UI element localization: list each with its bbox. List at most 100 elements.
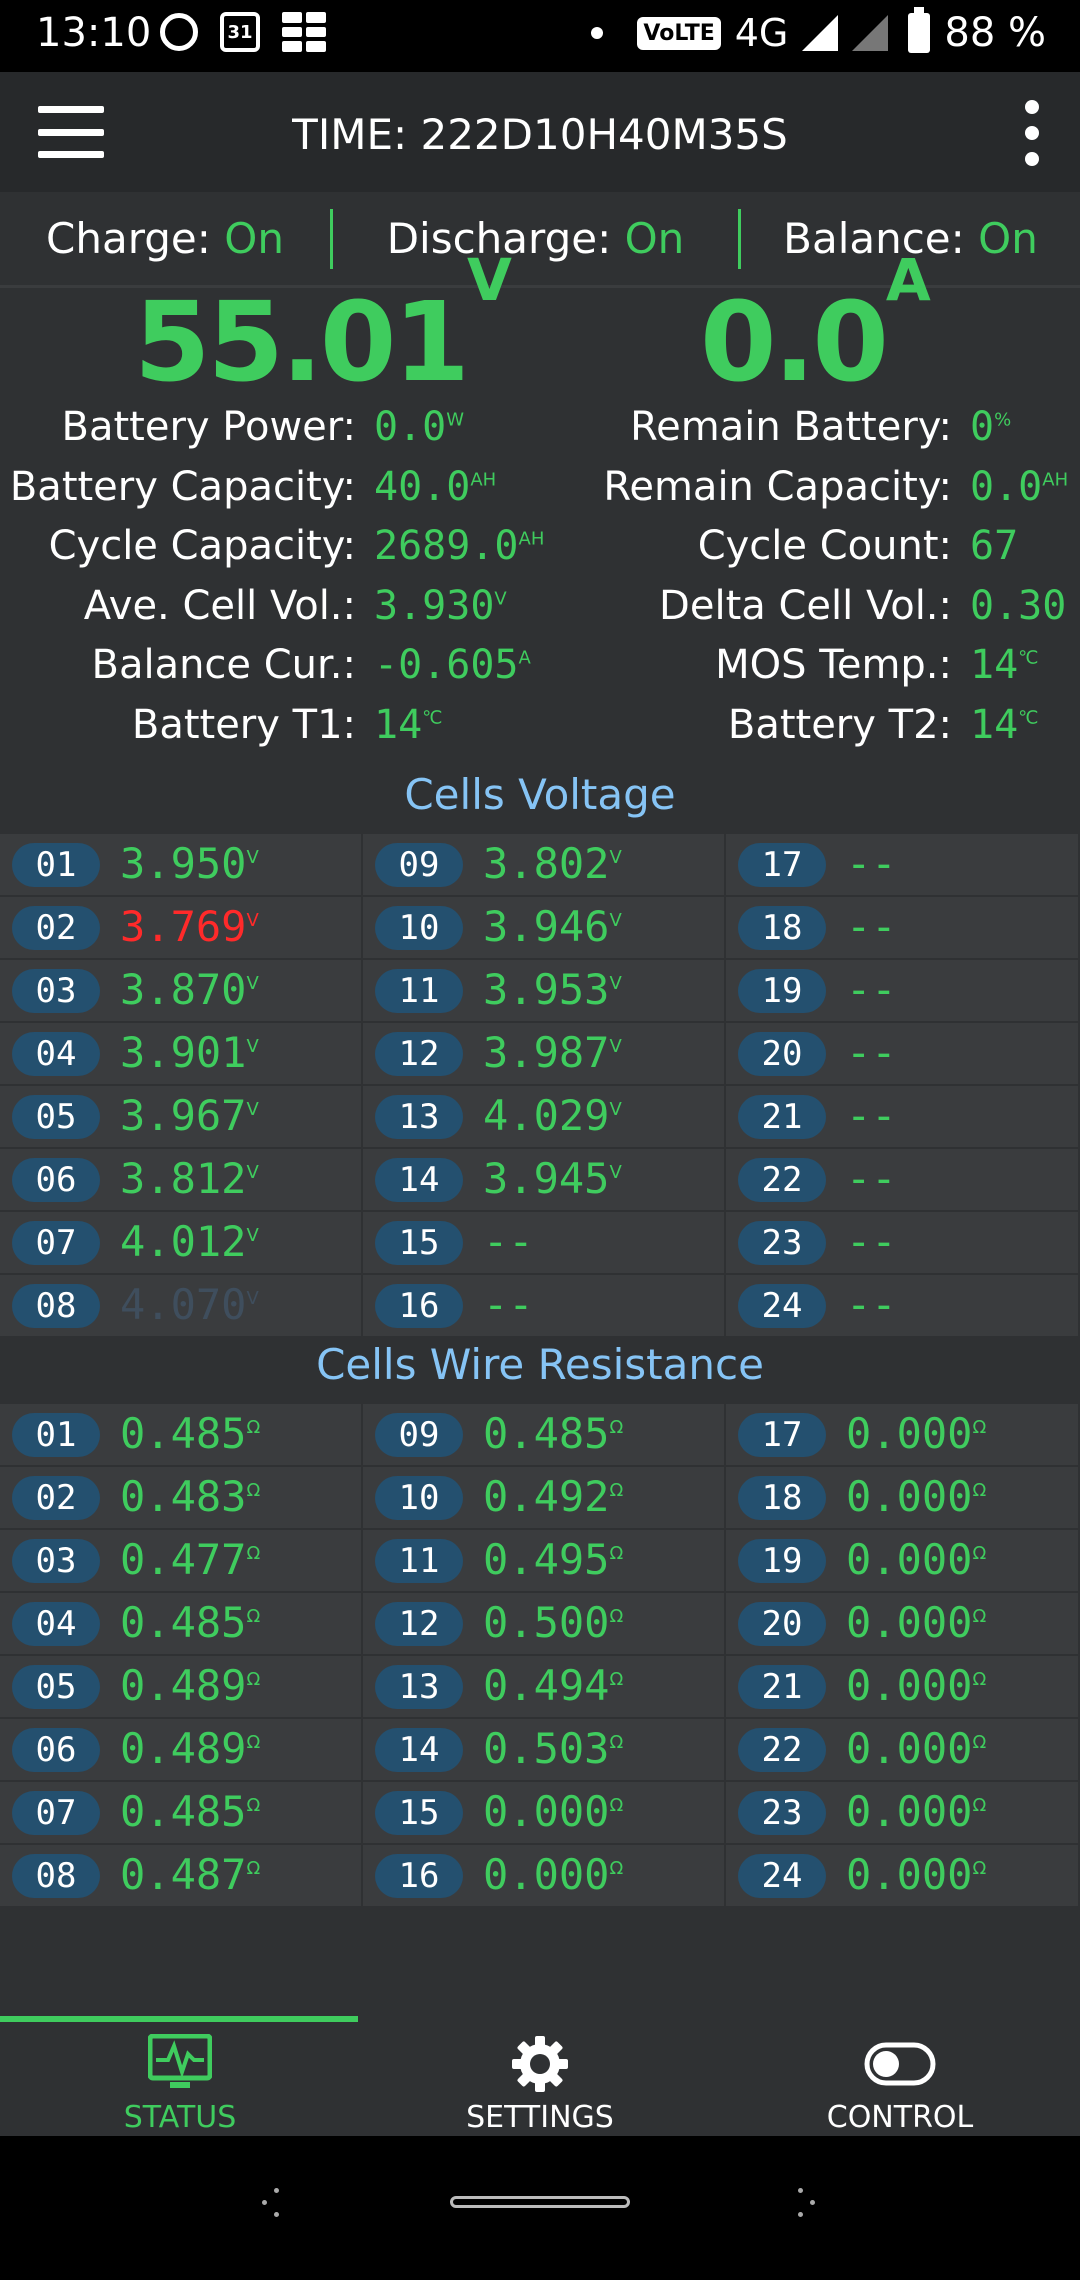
tab-settings[interactable]: SETTINGS [360, 2026, 720, 2136]
cell-number-badge: 01 [12, 1413, 100, 1457]
cell-value: 0.000Ω [846, 1661, 987, 1710]
cell-value: -- [846, 965, 897, 1014]
info-value: 2689.0AH [374, 523, 545, 569]
cell-number-badge: 08 [12, 1854, 100, 1898]
cell-value: 3.967V [120, 1091, 259, 1140]
cell-item: 05 3.967V [0, 1086, 363, 1149]
more-options-icon[interactable] [1022, 100, 1042, 166]
cell-number-badge: 19 [738, 969, 826, 1013]
cell-item: 05 0.489Ω [0, 1656, 363, 1719]
cell-item: 24 -- [726, 1275, 1080, 1338]
total-current: 0.0A [700, 246, 931, 406]
cell-item: 13 4.029V [363, 1086, 726, 1149]
cell-value: 3.769V [120, 902, 259, 951]
cell-item: 08 0.487Ω [0, 1845, 363, 1908]
message-notification-icon [160, 13, 198, 51]
recents-gesture-icon[interactable] [786, 2188, 816, 2218]
cell-number-badge: 23 [738, 1791, 826, 1835]
info-value: 14℃ [970, 702, 1039, 748]
cell-value: 3.901V [120, 1028, 259, 1077]
cell-number-badge: 14 [375, 1728, 463, 1772]
cell-number-badge: 12 [375, 1032, 463, 1076]
signal-empty-icon [852, 15, 889, 51]
cell-value: 0.483Ω [120, 1472, 261, 1521]
cell-value: 0.485Ω [120, 1598, 261, 1647]
home-pill[interactable] [450, 2196, 630, 2208]
signal-icon [802, 15, 839, 51]
info-value: 14℃ [374, 702, 443, 748]
gear-icon [512, 2036, 568, 2092]
discharge-status: Discharge: On [386, 214, 685, 263]
cell-value: 0.000Ω [846, 1724, 987, 1773]
cell-item: 12 0.500Ω [363, 1593, 726, 1656]
cell-number-badge: 22 [738, 1728, 826, 1772]
cell-number-badge: 14 [375, 1158, 463, 1202]
wire-resistance-title: Cells Wire Resistance [316, 1340, 764, 1389]
cell-number-badge: 20 [738, 1032, 826, 1076]
battery-icon [908, 7, 931, 53]
cell-item: 21 -- [726, 1086, 1080, 1149]
cell-value: 0.492Ω [483, 1472, 624, 1521]
cell-value: -- [846, 839, 897, 888]
cell-value: 0.000Ω [846, 1787, 987, 1836]
cell-value: -- [846, 1280, 897, 1329]
cell-number-badge: 18 [738, 906, 826, 950]
tab-control[interactable]: CONTROL [720, 2026, 1080, 2136]
cell-item: 01 3.950V [0, 834, 363, 897]
back-gesture-icon[interactable] [262, 2188, 292, 2218]
system-status-bar: 13:10 31 VoLTE 4G 88 % [0, 0, 1080, 72]
cell-value: 0.000Ω [846, 1409, 987, 1458]
cell-value: 0.000Ω [846, 1535, 987, 1584]
info-label: Battery Power: [61, 404, 356, 450]
network-type: 4G [734, 11, 789, 55]
cell-item: 11 3.953V [363, 960, 726, 1023]
monitor-pulse-icon [148, 2034, 212, 2088]
active-tab-indicator [0, 2016, 358, 2022]
cell-item: 03 3.870V [0, 960, 363, 1023]
cell-item: 07 4.012V [0, 1212, 363, 1275]
cell-value: 3.812V [120, 1154, 259, 1203]
cell-value: 4.070V [120, 1280, 259, 1329]
notification-dot-icon [591, 27, 604, 39]
cell-item: 02 3.769V [0, 897, 363, 960]
bottom-navigation: STATUS SETTINGS CONTROL [0, 2016, 1080, 2136]
cell-item: 15 -- [363, 1212, 726, 1275]
cell-item: 16 -- [363, 1275, 726, 1338]
info-label: Delta Cell Vol.: [659, 583, 952, 629]
info-value: -0.605A [374, 642, 531, 688]
cell-value: 4.029V [483, 1091, 622, 1140]
cell-value: -- [846, 1154, 897, 1203]
cell-number-badge: 21 [738, 1095, 826, 1139]
cell-number-badge: 02 [12, 906, 100, 950]
cell-item: 06 0.489Ω [0, 1719, 363, 1782]
cells-voltage-title: Cells Voltage [404, 770, 676, 819]
cell-value: 0.495Ω [483, 1535, 624, 1584]
cell-value: 0.503Ω [483, 1724, 624, 1773]
cell-item: 08 4.070V [0, 1275, 363, 1338]
info-value: 14℃ [970, 642, 1039, 688]
cell-number-badge: 03 [12, 1539, 100, 1583]
info-label: Battery T1: [131, 702, 356, 748]
cell-number-badge: 21 [738, 1665, 826, 1709]
cell-value: 0.489Ω [120, 1661, 261, 1710]
cell-number-badge: 06 [12, 1158, 100, 1202]
cell-value: 0.485Ω [483, 1409, 624, 1458]
cell-value: 0.000Ω [483, 1850, 624, 1899]
cell-item: 17 0.000Ω [726, 1404, 1080, 1467]
cell-value: 0.000Ω [846, 1472, 987, 1521]
cell-value: 0.494Ω [483, 1661, 624, 1710]
cell-number-badge: 13 [375, 1665, 463, 1709]
cell-value: 3.802V [483, 839, 622, 888]
tab-status[interactable]: STATUS [0, 2026, 360, 2136]
cell-number-badge: 04 [12, 1602, 100, 1646]
cell-number-badge: 05 [12, 1665, 100, 1709]
info-label: Remain Capacity: [603, 464, 952, 510]
cell-number-badge: 09 [375, 843, 463, 887]
cell-item: 15 0.000Ω [363, 1782, 726, 1845]
info-label: Remain Battery: [630, 404, 952, 450]
cell-value: 0.000Ω [846, 1850, 987, 1899]
info-value: 0.0AH [970, 464, 1069, 510]
cell-item: 11 0.495Ω [363, 1530, 726, 1593]
cell-number-badge: 15 [375, 1221, 463, 1265]
info-label: Ave. Cell Vol.: [83, 583, 356, 629]
